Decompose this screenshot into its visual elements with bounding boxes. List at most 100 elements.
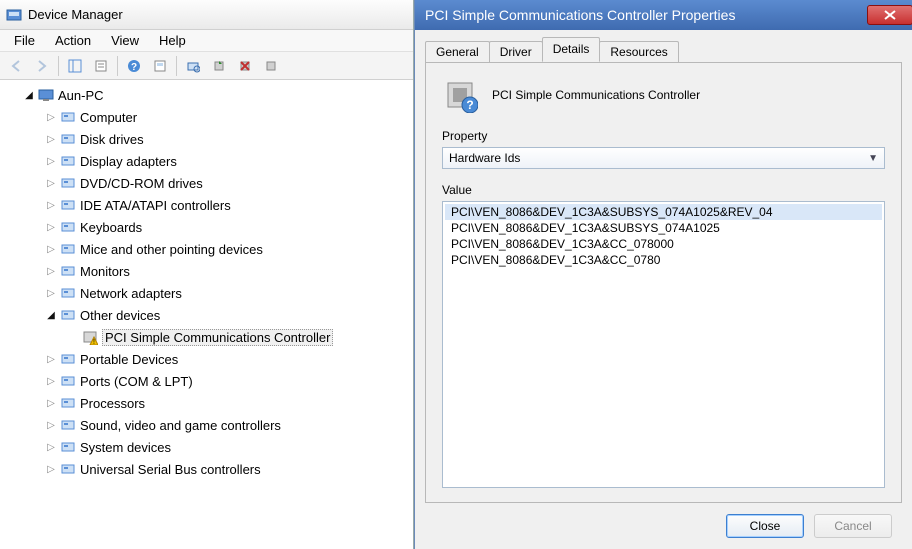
update-driver-button[interactable] [207,54,231,78]
system-device-icon [60,439,76,455]
expander-icon[interactable]: ▷ [44,220,58,234]
expander-icon[interactable]: ▷ [44,418,58,432]
expander-icon[interactable]: ▷ [44,154,58,168]
tree-node[interactable]: ▷ Disk drives [4,128,413,150]
tree-node[interactable]: ▷Processors [4,392,413,414]
properties-titlebar: PCI Simple Communications Controller Pro… [415,0,912,30]
value-row[interactable]: PCI\VEN_8086&DEV_1C3A&SUBSYS_074A1025 [445,220,882,236]
tree-node-label: Ports (COM & LPT) [80,374,193,389]
close-button[interactable]: Close [726,514,804,538]
property-dropdown[interactable]: Hardware Ids ▼ [442,147,885,169]
expander-icon[interactable]: ▷ [44,286,58,300]
expander-icon[interactable]: ▷ [44,440,58,454]
tree-node[interactable]: ▷ Portable Devices [4,348,413,370]
expander-icon[interactable]: ▷ [44,264,58,278]
toolbar-separator [176,56,177,76]
tree-node-label: Sound, video and game controllers [80,418,281,433]
tree-node[interactable]: ▷Display adapters [4,150,413,172]
ide-controller-icon [60,197,76,213]
tree-node[interactable]: ▷System devices [4,436,413,458]
expander-icon[interactable]: ▷ [44,110,58,124]
tree-node-label: DVD/CD-ROM drives [80,176,203,191]
expander-icon[interactable]: ▷ [44,176,58,190]
expander-icon[interactable]: ▷ [44,132,58,146]
expander-icon[interactable]: ◢ [22,88,36,102]
tree-root[interactable]: ◢ Aun-PC [4,84,413,106]
device-tree[interactable]: ◢ Aun-PC ▷ Computer ▷ Disk drives ▷Display a… [0,80,413,549]
device-manager-titlebar: Device Manager [0,0,413,30]
tree-node[interactable]: ▷Mice and other pointing devices [4,238,413,260]
tree-node[interactable]: ▷ Universal Serial Bus controllers [4,458,413,480]
disable-button[interactable] [259,54,283,78]
disk-drive-icon [60,131,76,147]
properties-title: PCI Simple Communications Controller Pro… [425,7,735,23]
menubar: File Action View Help [0,30,413,52]
tree-node-label: Disk drives [80,132,144,147]
menu-action[interactable]: Action [45,31,101,50]
tree-node[interactable]: ▷IDE ATA/ATAPI controllers [4,194,413,216]
expander-icon[interactable]: ▷ [44,352,58,366]
dvd-drive-icon [60,175,76,191]
expander-icon[interactable]: ◢ [44,308,58,322]
scan-button[interactable] [181,54,205,78]
value-row[interactable]: PCI\VEN_8086&DEV_1C3A&CC_0780 [445,252,882,268]
value-row[interactable]: PCI\VEN_8086&DEV_1C3A&SUBSYS_074A1025&RE… [445,204,882,220]
tab-strip: General Driver Details Resources [425,38,902,62]
action-button[interactable] [148,54,172,78]
value-row[interactable]: PCI\VEN_8086&DEV_1C3A&CC_078000 [445,236,882,252]
device-name: PCI Simple Communications Controller [492,88,700,102]
svg-text:?: ? [466,98,473,112]
tab-resources[interactable]: Resources [599,41,678,63]
tree-node[interactable]: ▷ Keyboards [4,216,413,238]
tree-node-label: Portable Devices [80,352,178,367]
expander-icon[interactable]: ▷ [44,396,58,410]
menu-view[interactable]: View [101,31,149,50]
details-tab-page: ? PCI Simple Communications Controller P… [425,62,902,503]
uninstall-button[interactable] [233,54,257,78]
unknown-device-icon: ! [82,329,98,345]
back-button[interactable] [4,54,28,78]
tree-node-label: Monitors [80,264,130,279]
value-listbox[interactable]: PCI\VEN_8086&DEV_1C3A&SUBSYS_074A1025&RE… [442,201,885,488]
tree-node[interactable]: ▷ Sound, video and game controllers [4,414,413,436]
computer-icon [60,109,76,125]
tab-general[interactable]: General [425,41,490,63]
property-label: Property [442,129,885,143]
tree-root-label: Aun-PC [58,88,104,103]
tree-node-label: Other devices [80,308,160,323]
forward-button[interactable] [30,54,54,78]
expander-icon[interactable]: ▷ [44,242,58,256]
tree-node-label: Universal Serial Bus controllers [80,462,261,477]
menu-file[interactable]: File [4,31,45,50]
tree-node-label: Computer [80,110,137,125]
display-adapter-icon [60,153,76,169]
menu-help[interactable]: Help [149,31,196,50]
tree-node[interactable]: ▷ Ports (COM & LPT) [4,370,413,392]
properties-button[interactable] [89,54,113,78]
mouse-icon [60,241,76,257]
tree-node[interactable]: ◢ Other devices [4,304,413,326]
tab-driver[interactable]: Driver [489,41,543,63]
chevron-down-icon: ▼ [868,153,878,164]
portable-device-icon [60,351,76,367]
tree-node[interactable]: ▷ Computer [4,106,413,128]
expander-placeholder [66,330,80,344]
expander-icon[interactable]: ▷ [44,374,58,388]
expander-icon[interactable]: ▷ [44,462,58,476]
device-header: ? PCI Simple Communications Controller [442,77,885,113]
tree-node[interactable]: ▷ DVD/CD-ROM drives [4,172,413,194]
tree-node[interactable]: ▷ Monitors [4,260,413,282]
tab-details[interactable]: Details [542,37,601,62]
tree-node-label: Keyboards [80,220,142,235]
tree-node[interactable]: ▷Network adapters [4,282,413,304]
close-icon[interactable] [867,5,912,25]
tree-leaf[interactable]: !PCI Simple Communications Controller [4,326,413,348]
expander-icon[interactable]: ▷ [44,198,58,212]
processor-icon [60,395,76,411]
toolbar-separator [117,56,118,76]
usb-controller-icon [60,461,76,477]
show-hide-tree-button[interactable] [63,54,87,78]
cancel-button[interactable]: Cancel [814,514,892,538]
help-button[interactable]: ? [122,54,146,78]
device-manager-title: Device Manager [28,7,123,22]
